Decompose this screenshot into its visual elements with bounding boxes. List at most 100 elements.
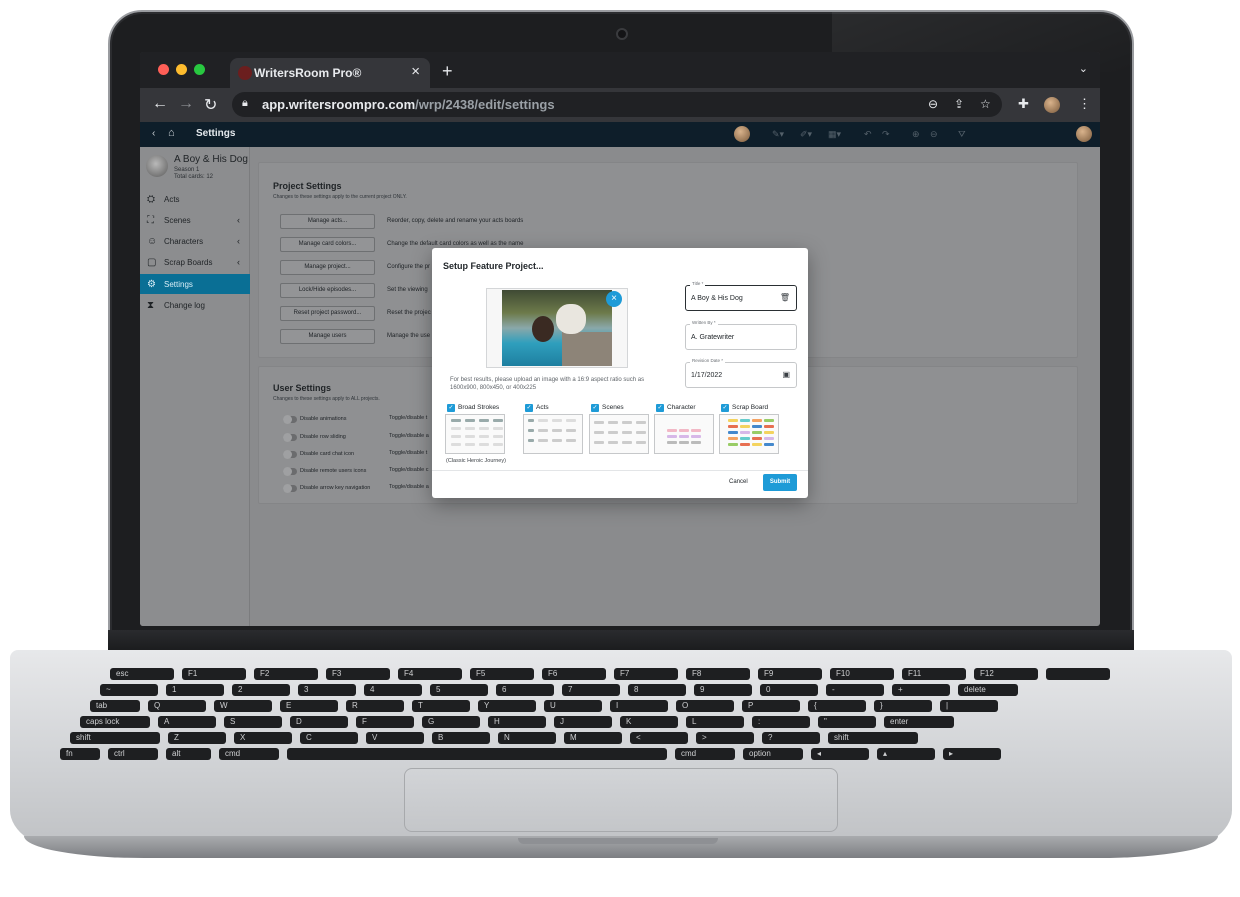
keyboard-key[interactable]: F3 — [326, 668, 390, 680]
keyboard-key[interactable]: shift — [70, 732, 160, 744]
keyboard-key[interactable]: + — [892, 684, 950, 696]
trash-icon[interactable]: 🗑︎ — [780, 293, 790, 302]
keyboard-key[interactable]: X — [234, 732, 292, 744]
cancel-button[interactable]: Cancel — [729, 479, 748, 485]
keyboard-key[interactable]: ▴ — [877, 748, 935, 760]
extensions-icon[interactable]: ✚ — [1018, 96, 1029, 112]
keyboard-key[interactable]: R — [346, 700, 404, 712]
trackpad[interactable] — [404, 768, 838, 832]
keyboard-key[interactable]: D — [290, 716, 348, 728]
written-by-field[interactable]: Written By * A. Gratewriter — [685, 320, 797, 350]
profile-avatar[interactable] — [1044, 97, 1060, 113]
keyboard-key[interactable]: G — [422, 716, 480, 728]
keyboard-key[interactable]: F9 — [758, 668, 822, 680]
sidebar-item-acts[interactable]: ⛭ Acts — [140, 189, 250, 209]
checkbox-checked-icon[interactable]: ✓ — [656, 404, 664, 412]
back-chevron-icon[interactable]: ‹ — [152, 128, 155, 139]
keyboard-key[interactable]: F11 — [902, 668, 966, 680]
calendar-icon[interactable]: ▣ — [782, 370, 790, 379]
keyboard-key[interactable]: 3 — [298, 684, 356, 696]
keyboard-key[interactable]: F4 — [398, 668, 462, 680]
forward-arrow-icon[interactable]: → — [178, 95, 194, 113]
keyboard-key[interactable]: I — [610, 700, 668, 712]
submit-button[interactable]: Submit — [763, 474, 797, 491]
keyboard-key[interactable]: 8 — [628, 684, 686, 696]
tab-close-icon[interactable]: × — [411, 63, 420, 80]
keyboard-key[interactable] — [1046, 668, 1110, 680]
keyboard-key[interactable]: 5 — [430, 684, 488, 696]
keyboard-key[interactable]: E — [280, 700, 338, 712]
checkbox-checked-icon[interactable]: ✓ — [721, 404, 729, 412]
keyboard-key[interactable]: F8 — [686, 668, 750, 680]
keyboard-key[interactable]: esc — [110, 668, 174, 680]
back-arrow-icon[interactable]: ← — [152, 95, 168, 113]
minimize-window-icon[interactable] — [176, 64, 187, 75]
address-bar[interactable]: 🔒︎ app.writersroompro.com/wrp/2438/edit/… — [232, 92, 1002, 117]
keyboard-key[interactable]: 6 — [496, 684, 554, 696]
keyboard-key[interactable]: P — [742, 700, 800, 712]
keyboard-key[interactable]: M — [564, 732, 622, 744]
manage-acts-button[interactable]: Manage acts... — [280, 214, 375, 229]
keyboard-key[interactable]: L — [686, 716, 744, 728]
keyboard-key[interactable]: S — [224, 716, 282, 728]
share-icon[interactable]: ⇪ — [954, 97, 964, 111]
close-window-icon[interactable] — [158, 64, 169, 75]
checkbox-checked-icon[interactable]: ✓ — [447, 404, 455, 412]
maximize-window-icon[interactable] — [194, 64, 205, 75]
keyboard-key[interactable]: Q — [148, 700, 206, 712]
keyboard-key[interactable]: cmd — [219, 748, 279, 760]
keyboard-key[interactable]: alt — [166, 748, 211, 760]
keyboard-key[interactable]: K — [620, 716, 678, 728]
keyboard-key[interactable]: F1 — [182, 668, 246, 680]
zoom-in-icon[interactable]: ⊕ — [912, 129, 920, 140]
sidebar-item-scrap-boards[interactable]: ▢ Scrap Boards ‹ — [140, 252, 250, 272]
account-avatar[interactable] — [1076, 126, 1092, 142]
disable-animations-toggle[interactable] — [283, 415, 297, 424]
home-icon[interactable]: ⌂ — [168, 127, 175, 139]
filter-icon[interactable]: ⛛ — [958, 129, 966, 140]
disable-remote-users-icons-toggle[interactable] — [283, 467, 297, 476]
reload-icon[interactable]: ↻ — [204, 95, 217, 115]
keyboard-key[interactable]: W — [214, 700, 272, 712]
chevron-left-icon[interactable]: ‹ — [237, 257, 240, 267]
keyboard-key[interactable]: 2 — [232, 684, 290, 696]
disable-arrow-key-navigation-toggle[interactable] — [283, 484, 297, 493]
keyboard-key[interactable]: shift — [828, 732, 918, 744]
keyboard-key[interactable]: F6 — [542, 668, 606, 680]
keyboard-key[interactable]: option — [743, 748, 803, 760]
keyboard-key[interactable]: tab — [90, 700, 140, 712]
remove-image-icon[interactable]: × — [606, 291, 622, 307]
keyboard-key[interactable]: F7 — [614, 668, 678, 680]
keyboard-key[interactable]: Y — [478, 700, 536, 712]
manage-users-button[interactable]: Manage users — [280, 329, 375, 344]
keyboard-key[interactable] — [287, 748, 667, 760]
keyboard-key[interactable]: V — [366, 732, 424, 744]
chevron-left-icon[interactable]: ‹ — [237, 215, 240, 225]
keyboard-key[interactable]: " — [818, 716, 876, 728]
keyboard-key[interactable]: ▸ — [943, 748, 1001, 760]
pen-icon[interactable]: ✐▾ — [800, 129, 812, 140]
disable-card-chat-icon-toggle[interactable] — [283, 450, 297, 459]
redo-icon[interactable]: ↷ — [882, 129, 890, 140]
keyboard-key[interactable]: C — [300, 732, 358, 744]
revision-date-field[interactable]: Revision Date * 1/17/2022 ▣ — [685, 358, 797, 388]
keyboard-key[interactable]: F12 — [974, 668, 1038, 680]
keyboard-key[interactable]: enter — [884, 716, 954, 728]
lock-hide-episodes-button[interactable]: Lock/Hide episodes... — [280, 283, 375, 298]
keyboard-key[interactable]: { — [808, 700, 866, 712]
sidebar-item-characters[interactable]: ☺ Characters ‹ — [140, 231, 250, 251]
keyboard-key[interactable]: 7 — [562, 684, 620, 696]
keyboard-key[interactable]: F2 — [254, 668, 318, 680]
manage-card-colors-button[interactable]: Manage card colors... — [280, 237, 375, 252]
keyboard-key[interactable]: ? — [762, 732, 820, 744]
tools-icon[interactable]: ✎▾ — [772, 129, 784, 140]
keyboard-key[interactable]: ◂ — [811, 748, 869, 760]
new-tab-icon[interactable]: + — [442, 61, 453, 82]
title-field[interactable]: Title * A Boy & His Dog 🗑︎ — [685, 281, 797, 311]
layout-icon[interactable]: ▦▾ — [828, 129, 841, 140]
keyboard-key[interactable]: < — [630, 732, 688, 744]
keyboard-key[interactable]: ~ — [100, 684, 158, 696]
keyboard-key[interactable]: F10 — [830, 668, 894, 680]
sidebar-item-scenes[interactable]: ⛶ Scenes ‹ — [140, 210, 250, 230]
sidebar-item-change-log[interactable]: ⧗ Change log — [140, 295, 250, 315]
